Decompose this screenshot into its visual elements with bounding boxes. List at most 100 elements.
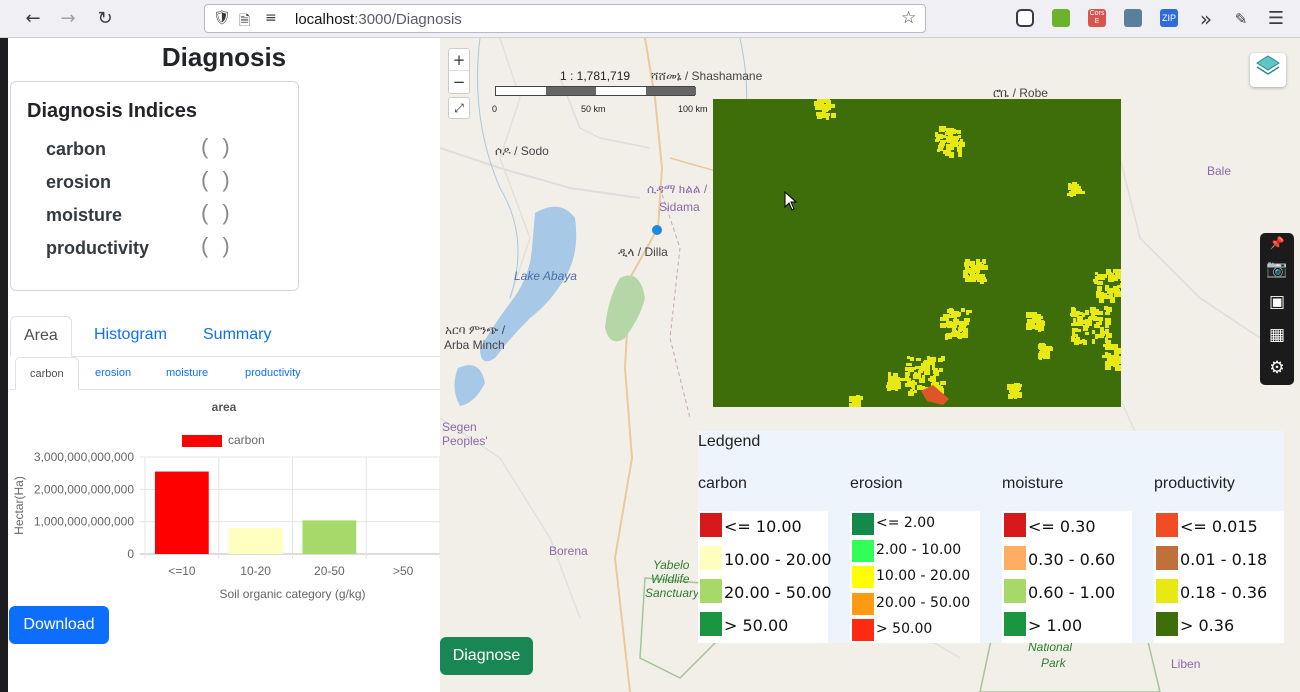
raster-cell	[932, 361, 935, 366]
raster-cell	[941, 140, 946, 143]
legend-label: <= 0.015	[1180, 517, 1258, 536]
menu-icon[interactable]: ☰	[1264, 7, 1288, 31]
index-moisture[interactable]: moisture	[46, 205, 122, 226]
url-text[interactable]: localhost:3000/Diagnosis	[295, 11, 462, 28]
raster-cell	[957, 146, 962, 152]
legend-label: <= 2.00	[876, 515, 936, 531]
download-ext-icon[interactable]	[1052, 9, 1070, 27]
raster-cell	[983, 259, 986, 264]
raster-cell	[942, 135, 946, 138]
pocket-icon[interactable]	[1016, 9, 1034, 27]
shield-icon[interactable]: 🛡	[213, 10, 231, 26]
raster-cell	[915, 366, 921, 369]
zoom-in-button[interactable]: +	[449, 49, 469, 71]
video-icon[interactable]: ▣	[1260, 286, 1294, 319]
raster-cell	[1095, 334, 1101, 338]
zip-ext-icon[interactable]: ZIP	[1160, 9, 1178, 27]
raster-cell	[945, 334, 948, 340]
reload-icon[interactable]: ↻	[93, 7, 117, 31]
tab-area[interactable]: Area	[10, 316, 72, 357]
legend-productivity-box: <= 0.015 0.01 - 0.18 0.18 - 0.36 > 0.36	[1154, 511, 1284, 643]
raster-cell	[957, 333, 960, 338]
raster-cell	[965, 276, 971, 282]
map-view[interactable]: ሻሸመኔ / Shashamane ሮቤ / Robe ሶዶ / Sodo ሲዳማ ክ…	[440, 38, 1300, 692]
subtab-moisture[interactable]: moisture	[152, 357, 222, 390]
subtab-erosion[interactable]: erosion	[81, 357, 145, 390]
raster-cell	[911, 382, 914, 388]
connection-icon[interactable]: ≡	[265, 10, 277, 26]
zoom-out-button[interactable]: −	[449, 71, 469, 93]
diagnosis-indices-card: Diagnosis Indices carbon () erosion () m…	[10, 81, 299, 291]
url-bar[interactable]: 🛡 🗎 ≡ localhost:3000/Diagnosis ☆	[204, 4, 926, 33]
forward-arrow-icon[interactable]: →	[56, 7, 80, 31]
raster-cell	[822, 111, 826, 117]
raster-cell	[1107, 288, 1113, 294]
tab-summary[interactable]: Summary	[190, 316, 284, 357]
legend-label: > 0.36	[1180, 616, 1235, 635]
raster-cell	[1096, 309, 1099, 315]
raster-cell	[1112, 344, 1118, 350]
raster-cell	[1100, 327, 1104, 333]
map-place-label: Wildlife	[651, 572, 690, 586]
download-button[interactable]: Download	[9, 606, 109, 644]
raster-cell	[1039, 343, 1045, 348]
legend-swatch	[1004, 513, 1026, 537]
subtab-productivity[interactable]: productivity	[231, 357, 315, 390]
raster-cell	[943, 314, 948, 317]
tab-histogram[interactable]: Histogram	[81, 316, 180, 357]
raster-cell	[896, 381, 900, 386]
raster-cell	[1092, 330, 1095, 334]
extensions-icon[interactable]: ✎	[1229, 7, 1253, 31]
legend-swatch	[700, 513, 722, 537]
map-place-label: ዲላ / Dilla	[618, 245, 668, 259]
screen-capture-toolbar: 📌 📷 ▣ ▦ ⚙	[1260, 233, 1294, 385]
map-place-label: ሶዶ / Sodo	[495, 144, 549, 158]
raster-cell	[949, 308, 953, 314]
raster-cell	[958, 135, 961, 138]
camera-icon[interactable]: 📷	[1260, 253, 1294, 286]
legend-label: <= 0.30	[1028, 517, 1096, 536]
overflow-chevrons-icon[interactable]: »	[1194, 7, 1218, 31]
subtab-carbon[interactable]: carbon	[15, 357, 79, 390]
raster-cell	[941, 356, 945, 361]
raster-cell	[1096, 293, 1100, 298]
map-place-label: ሻሸመኔ / Shashamane	[651, 69, 763, 83]
raster-cell	[1072, 328, 1078, 332]
map-place-label: አርባ ምንጭ /	[445, 323, 506, 337]
bookmark-star-icon[interactable]: ☆	[901, 8, 916, 28]
gallery-icon[interactable]: ▦	[1260, 319, 1294, 352]
raster-cell	[823, 105, 826, 111]
fullscreen-icon[interactable]: ⤢	[448, 97, 470, 119]
raster-cell	[893, 376, 897, 380]
raster-cell	[1026, 323, 1029, 326]
diagnose-button[interactable]: Diagnose	[440, 637, 533, 675]
layers-icon[interactable]	[1250, 53, 1286, 87]
chart-xtick-label: <=10	[168, 564, 196, 578]
index-carbon-value: ()	[201, 134, 244, 159]
raster-cell	[1018, 392, 1022, 398]
cors-ext-icon[interactable]: Cors E	[1088, 9, 1106, 27]
raster-cell	[1115, 356, 1118, 360]
index-productivity[interactable]: productivity	[46, 238, 149, 259]
diagnosis-raster-layer[interactable]	[713, 99, 1121, 407]
pin-icon[interactable]: 📌	[1260, 233, 1294, 253]
chart-xlabel: Soil organic category (g/kg)	[219, 587, 365, 601]
legend-swatch	[1004, 612, 1026, 636]
raster-cell	[1097, 281, 1103, 285]
gear-icon[interactable]: ⚙	[1260, 352, 1294, 385]
pencil-ext-icon[interactable]	[1124, 9, 1142, 27]
map-place-label: Sidama	[659, 200, 700, 214]
index-carbon[interactable]: carbon	[46, 139, 106, 160]
back-arrow-icon[interactable]: ←	[21, 7, 45, 31]
legend-label: > 50.00	[724, 616, 789, 635]
raster-cell	[1036, 322, 1041, 325]
raster-cell	[939, 126, 945, 132]
raster-cell	[914, 390, 917, 393]
index-erosion[interactable]: erosion	[46, 172, 111, 193]
chart-ytick-label: 1,000,000,000,000	[34, 515, 134, 529]
raster-cell	[894, 386, 897, 390]
raster-cell	[1117, 291, 1120, 296]
raster-cell	[946, 317, 949, 321]
raster-cell	[941, 381, 946, 385]
map-place-label: Segen	[442, 420, 477, 434]
